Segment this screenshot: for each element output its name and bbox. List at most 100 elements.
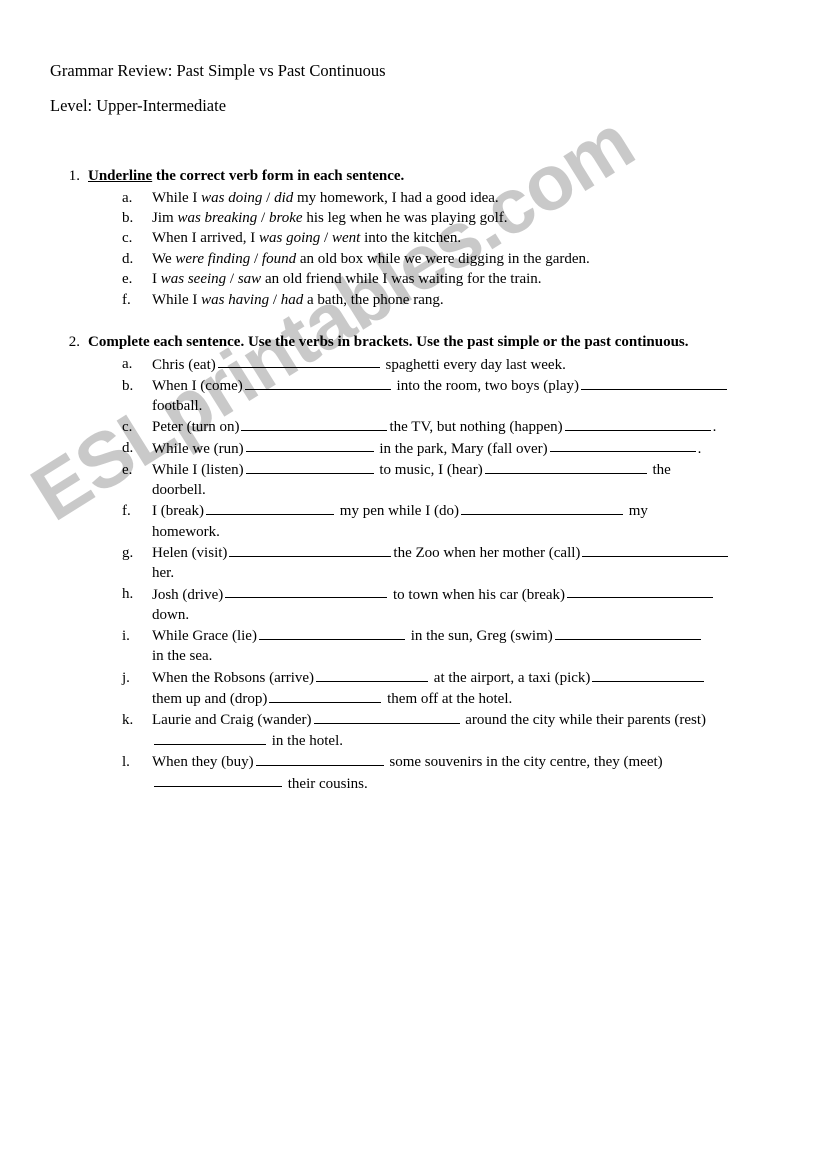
verb-option-1[interactable]: was having: [201, 292, 269, 308]
answer-blank[interactable]: [258, 625, 405, 640]
item-tail: my pen while I (do): [336, 503, 459, 520]
item-prompt: When the Robsons (arrive): [152, 669, 315, 686]
item-letter: e.: [122, 461, 133, 478]
answer-blank[interactable]: [154, 730, 266, 746]
document-level: Level: Upper-Intermediate: [50, 96, 227, 116]
list-item: d. While we (run) in the park, Mary (fal…: [50, 438, 790, 459]
item-tail: into the room, two boys (play): [392, 377, 580, 394]
item-text: When I (come) into the room, two boys (p…: [150, 375, 790, 417]
item-letter: a.: [122, 189, 133, 206]
answer-blank[interactable]: [154, 773, 282, 788]
exercise-1: 1. Underline the correct verb form in ea…: [50, 168, 790, 310]
item-tail: some souvenirs in the city centre, they …: [385, 754, 663, 771]
answer-blank[interactable]: [269, 688, 382, 703]
item-tail: the TV, but nothing (happen): [389, 419, 563, 436]
verb-option-2[interactable]: broke: [269, 210, 303, 226]
verb-option-2[interactable]: did: [274, 190, 293, 206]
answer-blank[interactable]: [245, 438, 374, 453]
list-item: g. Helen (visit) the Zoo when her mother …: [50, 542, 790, 584]
item-prompt: I (break): [152, 503, 205, 520]
answer-blank[interactable]: [225, 584, 388, 599]
item-prompt: When they (buy): [152, 754, 254, 771]
verb-option-2[interactable]: found: [262, 251, 296, 267]
answer-blank[interactable]: [313, 709, 460, 724]
item-prompt: While I (listen): [152, 461, 244, 478]
item-text: Laurie and Craig (wander) around the cit…: [150, 709, 790, 751]
answer-blank[interactable]: [564, 416, 711, 432]
list-item: a. While I was doing / did my homework, …: [50, 188, 790, 208]
exercise-2-number: 2.: [68, 334, 80, 350]
list-item: j. When the Robsons (arrive) at the airp…: [50, 667, 790, 709]
answer-blank[interactable]: [549, 438, 696, 453]
answer-blank[interactable]: [592, 667, 705, 682]
item-text: While Grace (lie) in the sun, Greg (swim…: [150, 625, 790, 667]
item-letter: l.: [122, 754, 130, 771]
item-prompt: While we (run): [152, 440, 244, 457]
answer-blank[interactable]: [206, 500, 335, 516]
exercise-2-instruction: Complete each sentence. Use the verbs in…: [88, 334, 689, 350]
answer-blank[interactable]: [217, 354, 380, 369]
option-separator: /: [257, 210, 269, 227]
item-continuation: down.: [152, 606, 190, 623]
list-item: h. Josh (drive) to town when his car (br…: [50, 584, 790, 626]
answer-blank[interactable]: [245, 459, 374, 474]
item-text: While I (listen) to music, I (hear) the d…: [150, 459, 790, 501]
item-end: my: [624, 503, 648, 520]
item-end: .: [712, 419, 717, 436]
item-post: my homework, I had a good idea.: [293, 189, 499, 206]
exercise-1-instruction-underlined: Underline: [88, 168, 153, 184]
option-separator: /: [269, 291, 281, 308]
exercise-1-instruction: Underline the correct verb form in each …: [88, 168, 790, 186]
answer-blank[interactable]: [255, 751, 384, 767]
answer-blank[interactable]: [567, 584, 714, 599]
answer-blank[interactable]: [484, 459, 647, 474]
verb-option-2[interactable]: went: [332, 230, 360, 246]
exercise-1-number: 1.: [68, 168, 80, 184]
item-letter: j.: [122, 669, 130, 686]
answer-blank[interactable]: [460, 500, 623, 516]
answer-blank[interactable]: [316, 667, 429, 682]
answer-blank[interactable]: [581, 375, 728, 390]
item-tail: at the airport, a taxi (pick): [430, 669, 591, 686]
answer-blank[interactable]: [554, 625, 701, 640]
verb-option-1[interactable]: were finding: [175, 251, 250, 267]
item-letter: d.: [122, 440, 134, 457]
item-text: Josh (drive) to town when his car (break…: [150, 584, 790, 626]
item-text: Helen (visit) the Zoo when her mother (ca…: [150, 542, 790, 584]
item-letter: b.: [122, 210, 134, 227]
item-text: While I was having / had a bath, the pho…: [150, 290, 790, 310]
item-end: .: [697, 440, 702, 457]
verb-option-1[interactable]: was breaking: [177, 210, 257, 226]
item-continuation: in the sea.: [152, 648, 213, 665]
worksheet-page: ESLprintables.com Grammar Review: Past S…: [0, 0, 826, 1169]
item-tail: around the city while their parents (res…: [461, 711, 707, 728]
verb-option-2[interactable]: saw: [238, 271, 261, 287]
list-item: d. We were finding / found an old box wh…: [50, 249, 790, 269]
title-block: Grammar Review: Past Simple vs Past Cont…: [50, 62, 750, 115]
item-prompt: Helen (visit): [152, 544, 228, 561]
verb-option-1[interactable]: was doing: [201, 190, 262, 206]
answer-blank[interactable]: [241, 416, 388, 432]
item-letter: f.: [122, 503, 131, 520]
item-text: When they (buy) some souvenirs in the ci…: [150, 751, 790, 793]
item-letter: a.: [122, 356, 133, 373]
verb-option-2[interactable]: had: [281, 292, 304, 308]
item-letter: g.: [122, 544, 134, 561]
item-letter: b.: [122, 377, 134, 394]
list-item: f. While I was having / had a bath, the …: [50, 290, 790, 310]
answer-blank[interactable]: [582, 542, 729, 557]
item-prompt: While Grace (lie): [152, 627, 257, 644]
item-text: Jim was breaking / broke his leg when he…: [150, 208, 790, 228]
answer-blank[interactable]: [244, 375, 391, 390]
list-item: e. I was seeing / saw an old friend whil…: [50, 269, 790, 289]
list-item: e. While I (listen) to music, I (hear) t…: [50, 459, 790, 501]
item-letter: d.: [122, 250, 134, 267]
item-continuation-tail: their cousins.: [284, 775, 368, 792]
item-continuation: football.: [152, 398, 203, 415]
verb-option-1[interactable]: was seeing: [161, 271, 226, 287]
list-item: c. When I arrived, I was going / went in…: [50, 228, 790, 248]
verb-option-1[interactable]: was going: [259, 230, 320, 246]
option-separator: /: [250, 250, 262, 267]
list-item: k. Laurie and Craig (wander) around the …: [50, 709, 790, 751]
answer-blank[interactable]: [229, 542, 392, 557]
